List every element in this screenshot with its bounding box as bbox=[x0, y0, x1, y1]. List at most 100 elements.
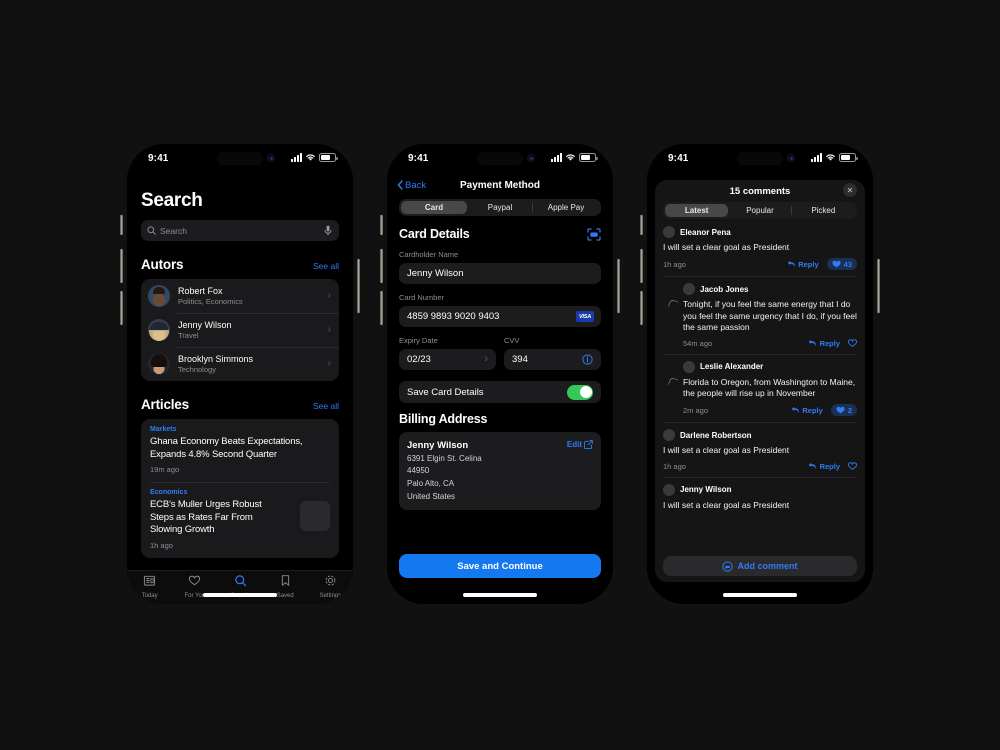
search-input[interactable]: Search bbox=[141, 220, 339, 241]
power-button[interactable] bbox=[357, 259, 360, 313]
comments-count-title: 15 comments bbox=[729, 185, 791, 197]
like-button[interactable] bbox=[848, 462, 857, 471]
power-button[interactable] bbox=[617, 259, 620, 313]
list-item[interactable]: Brooklyn Simmons Technology › bbox=[141, 347, 339, 381]
heart-icon bbox=[848, 462, 857, 471]
search-icon bbox=[147, 226, 156, 235]
avatar bbox=[148, 353, 170, 375]
tab-today[interactable]: Today bbox=[127, 574, 172, 599]
back-button[interactable]: Back bbox=[397, 180, 426, 191]
action-button[interactable] bbox=[640, 215, 643, 235]
segment-apple-pay[interactable]: Apple Pay bbox=[533, 201, 599, 214]
add-comment-button[interactable]: Add comment bbox=[663, 556, 857, 576]
comment-item[interactable]: Darlene Robertson I will set a clear goa… bbox=[663, 422, 857, 476]
comments-sort-segmented-control[interactable]: Latest Popular Picked bbox=[663, 202, 857, 219]
list-item[interactable]: Robert Fox Politics, Economics › bbox=[141, 279, 339, 313]
battery-icon bbox=[839, 153, 858, 162]
comment-item[interactable]: Jenny Wilson I will set a clear goal as … bbox=[663, 476, 857, 517]
chevron-right-icon: › bbox=[327, 290, 331, 301]
like-button[interactable]: 43 bbox=[826, 258, 857, 271]
volume-down-button[interactable] bbox=[380, 291, 383, 325]
volume-down-button[interactable] bbox=[120, 291, 123, 325]
comment-item[interactable]: Eleanor Pena I will set a clear goal as … bbox=[663, 219, 857, 276]
bookmark-icon bbox=[281, 575, 289, 586]
author-name: Robert Fox bbox=[178, 285, 223, 296]
action-button[interactable] bbox=[120, 215, 123, 235]
tab-settings[interactable]: Settings bbox=[308, 574, 353, 599]
save-and-continue-button[interactable]: Save and Continue bbox=[399, 554, 601, 578]
home-indicator[interactable] bbox=[463, 593, 537, 597]
volume-up-button[interactable] bbox=[120, 249, 123, 283]
front-camera-icon bbox=[787, 154, 796, 162]
power-button[interactable] bbox=[877, 259, 880, 313]
like-count: 2 bbox=[847, 405, 852, 415]
comment-item[interactable]: Jacob Jones Tonight, if you feel the sam… bbox=[663, 276, 857, 353]
avatar bbox=[683, 283, 695, 296]
cardholder-name-input[interactable]: Jenny Wilson bbox=[399, 263, 601, 284]
segment-picked[interactable]: Picked bbox=[792, 204, 855, 217]
list-item[interactable]: Jenny Wilson Travel › bbox=[141, 313, 339, 347]
reply-button[interactable]: Reply bbox=[787, 260, 819, 269]
authors-see-all[interactable]: See all bbox=[313, 261, 339, 271]
page-title: Payment Method bbox=[459, 179, 541, 191]
heart-icon bbox=[836, 406, 845, 414]
avatar bbox=[148, 319, 170, 341]
visa-logo-icon: VISA bbox=[576, 311, 594, 322]
avatar bbox=[148, 285, 170, 307]
dynamic-island bbox=[217, 152, 263, 165]
volume-up-button[interactable] bbox=[380, 249, 383, 283]
wifi-icon bbox=[306, 154, 315, 161]
gear-icon bbox=[325, 575, 336, 586]
comment-text: I will set a clear goal as President bbox=[663, 242, 790, 252]
status-time: 9:41 bbox=[668, 153, 689, 164]
volume-down-button[interactable] bbox=[640, 291, 643, 325]
tab-bar: Today For You Search bbox=[127, 570, 353, 604]
edit-icon bbox=[584, 440, 593, 449]
home-indicator[interactable] bbox=[723, 593, 797, 597]
phone-device-search: 9:41 Search Search Autors See all Robert… bbox=[120, 141, 360, 607]
cvv-input[interactable]: 394 bbox=[504, 349, 601, 370]
card-details-label: Card Details bbox=[399, 227, 470, 241]
segment-latest[interactable]: Latest bbox=[665, 204, 729, 217]
reply-button[interactable]: Reply bbox=[808, 462, 840, 471]
article-thumbnail bbox=[300, 501, 330, 532]
segment-paypal[interactable]: Paypal bbox=[467, 201, 533, 214]
billing-address-card: Jenny Wilson 6391 Elgin St. Celina 44950… bbox=[399, 432, 601, 510]
status-time: 9:41 bbox=[408, 153, 429, 164]
scan-card-icon[interactable] bbox=[587, 227, 601, 241]
heart-icon bbox=[189, 575, 201, 586]
segment-card[interactable]: Card bbox=[401, 201, 467, 214]
microphone-icon[interactable] bbox=[324, 225, 332, 236]
edit-address-button[interactable]: Edit bbox=[567, 440, 593, 449]
tab-label: Today bbox=[141, 593, 158, 599]
comment-item[interactable]: Leslie Alexander Florida to Oregon, from… bbox=[663, 353, 857, 423]
article-time: 1h ago bbox=[150, 540, 173, 550]
reply-icon bbox=[787, 261, 795, 268]
list-item[interactable]: Markets Ghana Economy Beats Expectations… bbox=[141, 419, 339, 482]
save-card-details-row[interactable]: Save Card Details bbox=[399, 381, 601, 403]
wifi-icon bbox=[566, 154, 575, 161]
reply-button[interactable]: Reply bbox=[808, 339, 840, 348]
like-button[interactable]: 2 bbox=[830, 404, 857, 417]
save-card-details-toggle[interactable] bbox=[567, 384, 593, 400]
card-number-input[interactable]: 4859 9893 9020 9403 VISA bbox=[399, 306, 601, 327]
list-item[interactable]: Economics ECB's Muller Urges Robust Step… bbox=[141, 482, 339, 558]
reply-button[interactable]: Reply bbox=[791, 406, 823, 415]
avatar bbox=[663, 429, 675, 442]
articles-see-all[interactable]: See all bbox=[313, 401, 339, 411]
status-bar: 9:41 bbox=[387, 144, 613, 174]
chevron-right-icon: › bbox=[327, 358, 331, 369]
volume-up-button[interactable] bbox=[640, 249, 643, 283]
segment-popular[interactable]: Popular bbox=[728, 204, 791, 217]
action-button[interactable] bbox=[380, 215, 383, 235]
reply-icon bbox=[808, 463, 816, 470]
payment-type-segmented-control[interactable]: Card Paypal Apple Pay bbox=[399, 199, 601, 216]
screenshot-stage: 9:41 Search Search Autors See all Robert… bbox=[0, 0, 1000, 750]
back-label: Back bbox=[405, 179, 427, 191]
info-icon[interactable] bbox=[582, 354, 593, 365]
expiry-date-input[interactable]: 02/23 › bbox=[399, 349, 496, 370]
like-button[interactable] bbox=[848, 339, 857, 347]
home-indicator[interactable] bbox=[203, 593, 277, 597]
close-icon[interactable]: ✕ bbox=[843, 183, 857, 197]
article-category: Markets bbox=[150, 426, 177, 433]
